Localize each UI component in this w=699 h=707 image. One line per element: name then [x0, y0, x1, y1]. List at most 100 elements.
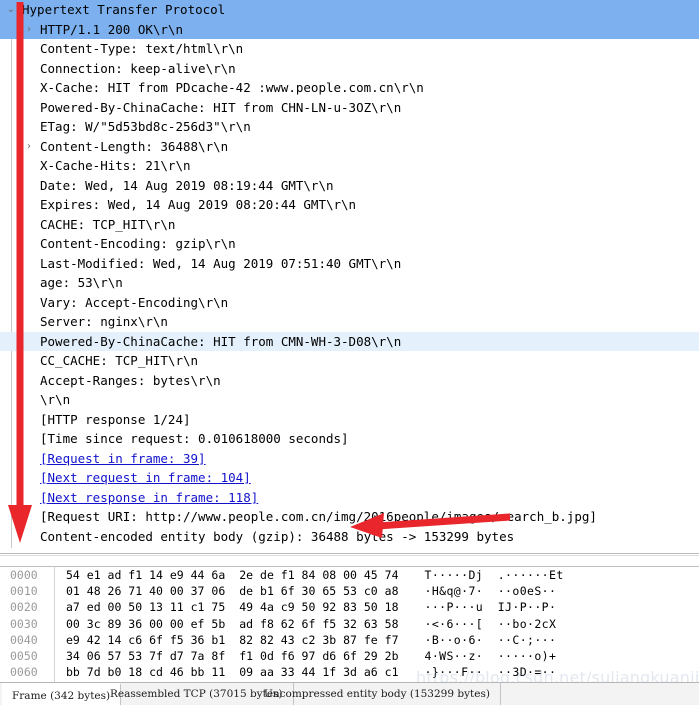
tree-row[interactable]: Accept-Ranges: bytes\r\n [0, 371, 699, 391]
packet-bytes-pane[interactable]: 0000 54 e1 ad f1 14 e9 44 6a 2e de f1 84… [0, 566, 699, 682]
bytes-source-tab[interactable]: Uncompressed entity body (153299 bytes) [254, 683, 501, 705]
bytes-source-tabbar[interactable]: Frame (342 bytes) Reassembled TCP (37015 … [0, 682, 699, 705]
hex-dump-row[interactable]: 0060 bb 7d b0 18 cd 46 bb 11 09 aa 33 44… [0, 664, 699, 680]
tree-row-link[interactable]: [Request in frame: 39] [40, 449, 206, 469]
hex-ascii-column: ·B··o·6· ··C·;··· [424, 632, 557, 647]
tree-row-label: Accept-Ranges: bytes\r\n [40, 372, 221, 388]
tree-row-label: [Time since request: 0.010618000 seconds… [40, 431, 349, 446]
tree-row[interactable]: [HTTP response 1/24] [0, 410, 699, 430]
hex-ascii-column: T·····Dj .······Et [424, 568, 564, 582]
tree-row[interactable]: [Request in frame: 39] [0, 449, 699, 469]
tree-row[interactable]: [Time since request: 0.010618000 seconds… [0, 429, 699, 449]
tree-row[interactable]: Powered-By-ChinaCache: HIT from CMN-WH-3… [0, 331, 699, 351]
tree-row-label: Content-Type: text/html\r\n [40, 41, 244, 56]
hex-ascii-column: ·}···F·· ··3D·=·· [424, 665, 557, 680]
hex-bytes-second-half: 2e de f1 84 08 00 45 74 [239, 568, 399, 582]
tree-row[interactable]: CC_CACHE: TCP_HIT\r\n [0, 351, 699, 371]
hex-bytes-second-half: 09 aa 33 44 1f 3d a6 c1 [239, 665, 399, 680]
splitter-line-top [0, 553, 699, 554]
hex-bytes-second-half: ad f8 62 6f f5 32 63 58 [239, 616, 399, 631]
tree-row[interactable]: X-Cache-Hits: 21\r\n [0, 156, 699, 176]
hex-spacer [399, 616, 425, 632]
hex-spacer [399, 648, 425, 664]
hex-offset: 0030 [10, 616, 38, 631]
tree-row[interactable]: Connection: keep-alive\r\n [0, 59, 699, 79]
tree-row[interactable]: Content-Encoding: gzip\r\n [0, 234, 699, 254]
hex-dump-row[interactable]: 0030 00 3c 89 36 00 00 ef 5b ad f8 62 6f… [0, 616, 699, 632]
tree-row-label: CACHE: TCP_HIT\r\n [40, 216, 176, 232]
tree-row-label: Content-encoded entity body (gzip): 3648… [40, 528, 515, 544]
chevron-right-icon[interactable]: › [22, 20, 36, 40]
tree-row[interactable]: Expires: Wed, 14 Aug 2019 08:20:44 GMT\r… [0, 195, 699, 215]
chevron-down-icon[interactable]: ⌄ [4, 0, 18, 20]
tree-row-label: Content-Encoding: gzip\r\n [40, 236, 236, 251]
tree-row[interactable]: Content-encoded entity body (gzip): 3648… [0, 527, 699, 547]
tree-row[interactable]: [Next response in frame: 118] [0, 488, 699, 508]
protocol-tree[interactable]: ⌄ Hypertext Transfer Protocol › HTTP/1.1 20… [0, 0, 699, 548]
tree-row-label: HTTP/1.1 200 OK\r\n [40, 21, 183, 37]
tree-row-label: Expires: Wed, 14 Aug 2019 08:20:44 GMT\r… [40, 197, 357, 212]
tree-row[interactable]: › Content-Length: 36488\r\n [0, 137, 699, 157]
tree-row[interactable]: X-Cache: HIT from PDcache-42 :www.people… [0, 78, 699, 98]
hex-spacer [225, 616, 239, 632]
hex-spacer [399, 583, 425, 599]
hex-dump-row[interactable]: 0020 a7 ed 00 50 13 11 c1 75 49 4a c9 50… [0, 599, 699, 615]
hex-bytes-first-half: e9 42 14 c6 6f f5 36 b1 [66, 632, 226, 647]
packet-detail-pane[interactable]: ⌄ Hypertext Transfer Protocol › HTTP/1.1 20… [0, 0, 699, 548]
hex-dump-row[interactable]: 0010 01 48 26 71 40 00 37 06 de b1 6f 30… [0, 583, 699, 599]
hex-bytes-second-half: 49 4a c9 50 92 83 50 18 [239, 600, 399, 615]
hex-bytes-first-half: 34 06 57 53 7f d7 7a 8f [66, 648, 226, 663]
tree-row[interactable]: › HTTP/1.1 200 OK\r\n [0, 19, 699, 40]
hex-ascii-column: ·H&q@·7· ··o0eS·· [424, 584, 557, 599]
chevron-right-icon[interactable]: › [22, 137, 36, 157]
tree-row-link[interactable]: [Next request in frame: 104] [40, 468, 251, 488]
hex-offset: 0040 [10, 632, 38, 647]
hex-dump-row[interactable]: 0000 54 e1 ad f1 14 e9 44 6a 2e de f1 84… [0, 567, 699, 583]
hex-spacer [225, 567, 239, 583]
tree-row-label: Server: nginx\r\n [40, 314, 168, 329]
tree-row[interactable]: Date: Wed, 14 Aug 2019 08:19:44 GMT\r\n [0, 176, 699, 196]
tree-row[interactable]: Powered-By-ChinaCache: HIT from CHN-LN-u… [0, 98, 699, 118]
hex-spacer [225, 632, 239, 648]
hex-dump-row[interactable]: 0050 34 06 57 53 7f d7 7a 8f f1 0d f6 97… [0, 648, 699, 664]
hex-spacer [399, 664, 425, 680]
hex-offset: 0000 [10, 568, 38, 582]
tree-row-label: age: 53\r\n [40, 275, 123, 290]
tree-row-link[interactable]: [Next response in frame: 118] [40, 488, 258, 508]
hex-bytes-first-half: bb 7d b0 18 cd 46 bb 11 [66, 665, 226, 680]
hex-spacer [225, 583, 239, 599]
hex-spacer [225, 664, 239, 680]
hex-offset: 0060 [10, 665, 38, 680]
hex-offset: 0050 [10, 648, 38, 663]
tree-row[interactable]: Server: nginx\r\n [0, 312, 699, 332]
tree-row-label: [Request URI: http://www.people.com.cn/i… [40, 509, 597, 524]
hex-ascii-column: ·<·6···[ ··bo·2cX [424, 616, 557, 631]
tree-row[interactable]: Content-Type: text/html\r\n [0, 39, 699, 59]
hex-dump-row[interactable]: 0040 e9 42 14 c6 6f f5 36 b1 82 82 43 c2… [0, 632, 699, 648]
hex-bytes-first-half: 01 48 26 71 40 00 37 06 [66, 584, 226, 599]
tree-row-label: \r\n [40, 392, 71, 407]
tree-row-label: Vary: Accept-Encoding\r\n [40, 294, 229, 310]
tree-row[interactable]: [Next request in frame: 104] [0, 468, 699, 488]
tree-row-label: [HTTP response 1/24] [40, 411, 191, 427]
tree-row[interactable]: Vary: Accept-Encoding\r\n [0, 293, 699, 313]
tree-row-label: Last-Modified: Wed, 14 Aug 2019 07:51:40… [40, 255, 402, 271]
tree-row[interactable]: ⌄ Hypertext Transfer Protocol [0, 0, 699, 20]
tree-row-label: Date: Wed, 14 Aug 2019 08:19:44 GMT\r\n [40, 177, 334, 193]
tree-row-label: ETag: W/"5d53bd8c-256d3"\r\n [40, 119, 251, 134]
tree-row-label: Hypertext Transfer Protocol [22, 2, 226, 17]
hex-offset: 0010 [10, 584, 38, 599]
tree-row[interactable]: Last-Modified: Wed, 14 Aug 2019 07:51:40… [0, 254, 699, 274]
tree-row[interactable]: ETag: W/"5d53bd8c-256d3"\r\n [0, 117, 699, 137]
pane-splitter[interactable] [0, 548, 699, 562]
tree-row[interactable]: CACHE: TCP_HIT\r\n [0, 215, 699, 235]
hex-spacer [399, 599, 425, 615]
hex-bytes-first-half: 54 e1 ad f1 14 e9 44 6a [66, 568, 226, 582]
tree-row[interactable]: \r\n [0, 390, 699, 410]
tree-row[interactable]: [Request URI: http://www.people.com.cn/i… [0, 507, 699, 527]
hex-dump[interactable]: 0000 54 e1 ad f1 14 e9 44 6a 2e de f1 84… [0, 567, 699, 680]
hex-offset: 0020 [10, 600, 38, 615]
hex-ascii-column: 4·WS··z· ·····o)+ [424, 648, 557, 663]
tree-row[interactable]: age: 53\r\n [0, 273, 699, 293]
tree-row-label: Connection: keep-alive\r\n [40, 60, 236, 76]
